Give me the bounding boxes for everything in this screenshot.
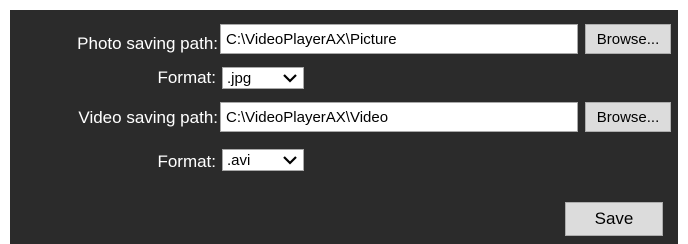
photo-path-input[interactable]	[220, 24, 578, 54]
photo-format-value: .jpg	[227, 69, 252, 87]
photo-browse-button[interactable]: Browse...	[585, 24, 671, 54]
video-format-label: Format:	[157, 152, 216, 171]
video-format-select[interactable]: .avi	[222, 149, 304, 171]
photo-format-label: Format:	[157, 68, 216, 87]
save-button[interactable]: Save	[565, 202, 663, 236]
chevron-down-icon	[277, 68, 303, 88]
settings-panel: Photo saving path: Browse... Format: .jp…	[10, 10, 678, 244]
video-browse-button[interactable]: Browse...	[585, 102, 671, 132]
video-format-value: .avi	[227, 151, 251, 169]
video-path-label: Video saving path:	[78, 108, 218, 127]
photo-format-select[interactable]: .jpg	[222, 67, 304, 89]
chevron-down-icon	[277, 150, 303, 170]
photo-path-label: Photo saving path:	[77, 34, 218, 53]
video-path-input[interactable]	[220, 102, 578, 132]
